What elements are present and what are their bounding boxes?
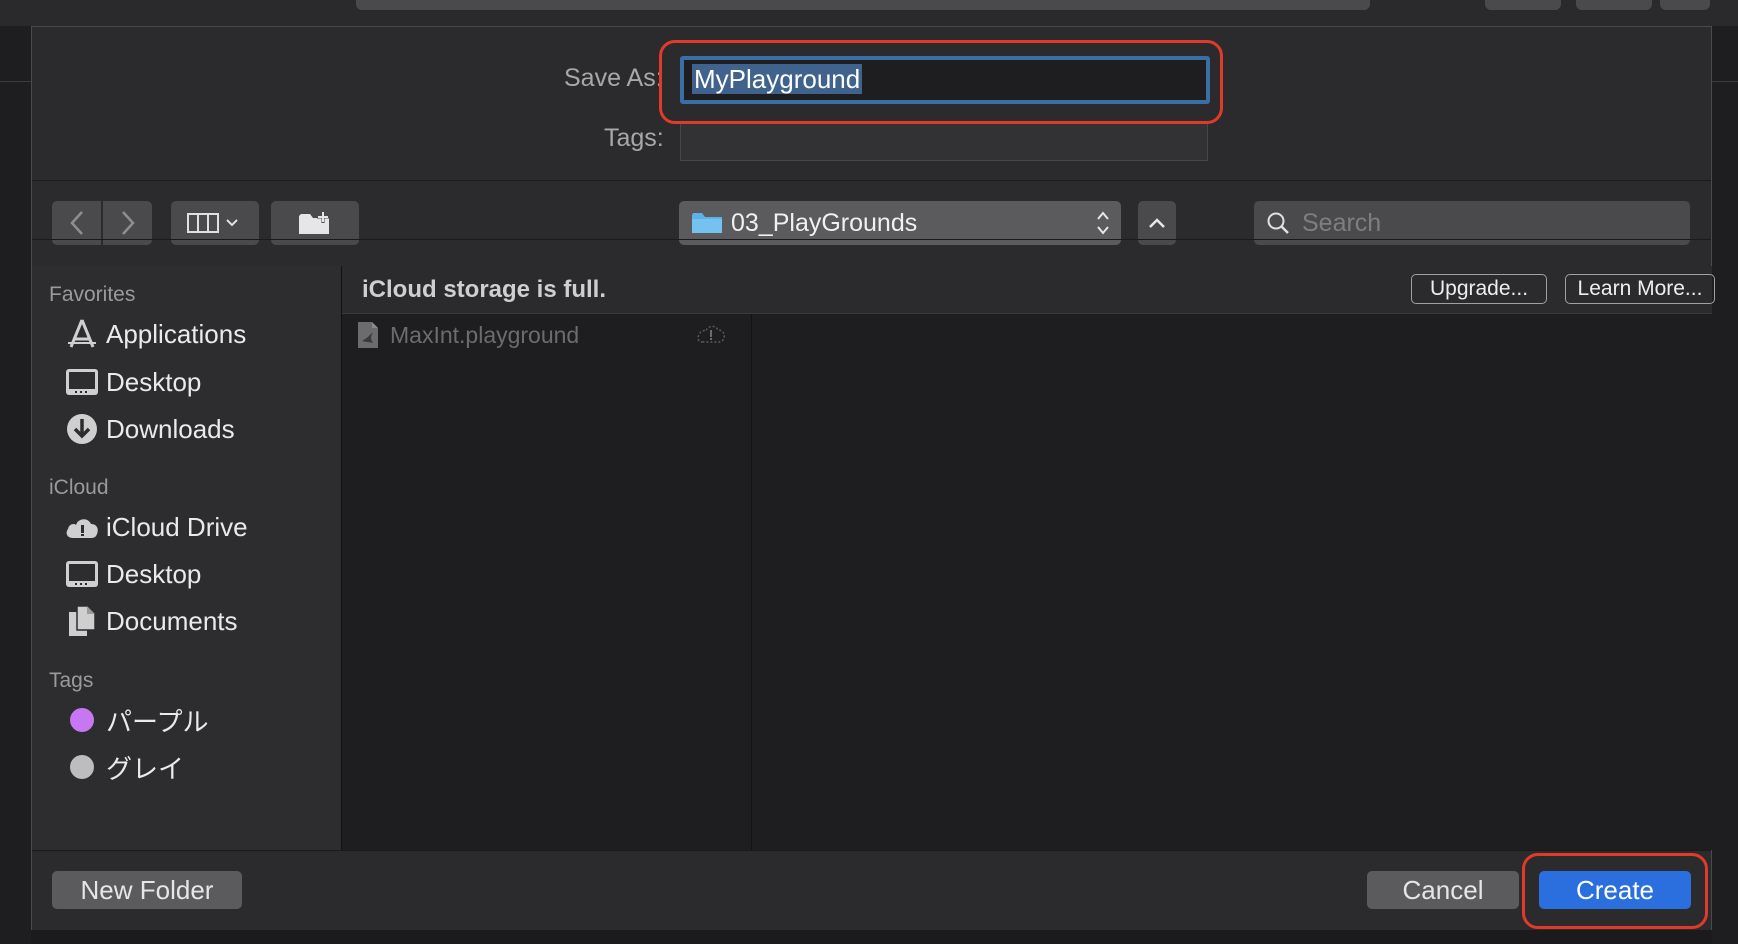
sidebar-item-desktop[interactable]: Desktop	[62, 362, 201, 402]
background-window-right	[1712, 26, 1738, 944]
save-as-label: Save As:	[564, 64, 663, 92]
up-down-arrows-icon	[1097, 211, 1109, 235]
window-top-bar	[0, 0, 1738, 26]
learn-more-button[interactable]: Learn More...	[1565, 274, 1715, 304]
sidebar-item-tag-purple[interactable]: パープル	[62, 700, 208, 740]
sidebar-item-downloads[interactable]: Downloads	[62, 409, 235, 449]
dialog-footer: New Folder Cancel Create	[32, 850, 1711, 930]
background-window-left	[0, 26, 31, 944]
search-icon	[1267, 212, 1289, 234]
cloud-warning-icon	[697, 325, 725, 343]
desktop-icon	[62, 362, 102, 402]
chevron-left-icon	[69, 211, 83, 235]
sidebar-item-label: Desktop	[106, 366, 202, 397]
tag-color-dot	[70, 708, 94, 732]
sidebar-section-favorites: Favorites	[49, 283, 136, 306]
divider	[32, 239, 1711, 240]
top-bar-button	[1576, 0, 1652, 10]
save-dialog: Save As: MyPlayground Tags: 03_PlayGroun…	[31, 26, 1715, 930]
sidebar-item-tag-gray[interactable]: グレイ	[62, 747, 184, 787]
icloud-banner: iCloud storage is full. Upgrade... Learn…	[342, 266, 1715, 314]
file-column: MaxInt.playground	[342, 314, 752, 850]
file-browser: iCloud storage is full. Upgrade... Learn…	[341, 266, 1715, 850]
sidebar-item-label: グレイ	[106, 753, 185, 784]
sidebar-item-label: Applications	[106, 318, 247, 349]
icloud-banner-message: iCloud storage is full.	[362, 276, 607, 303]
folder-icon	[692, 213, 722, 233]
sidebar-item-label: パープル	[106, 706, 209, 737]
tags-field[interactable]	[680, 123, 1208, 161]
top-bar-button	[1660, 0, 1710, 10]
new-folder-icon	[299, 211, 329, 234]
applications-icon	[62, 314, 102, 354]
documents-icon	[62, 601, 102, 641]
location-label: 03_PlayGrounds	[731, 208, 918, 237]
tag-dot-icon	[62, 747, 102, 787]
sidebar-section-icloud: iCloud	[49, 476, 109, 499]
save-as-field[interactable]: MyPlayground	[680, 56, 1210, 104]
tag-dot-icon	[62, 700, 102, 740]
sidebar-item-documents[interactable]: Documents	[62, 601, 238, 641]
sidebar-item-label: iCloud Drive	[106, 511, 248, 542]
columns-view-icon	[187, 213, 238, 233]
sidebar-item-icloud-drive[interactable]: iCloud Drive	[62, 507, 248, 547]
file-name: MaxInt.playground	[390, 321, 580, 348]
sidebar-section-tags: Tags	[49, 669, 94, 692]
cancel-button[interactable]: Cancel	[1367, 871, 1519, 909]
sidebar-item-applications[interactable]: Applications	[62, 314, 246, 354]
sidebar-item-label: Downloads	[106, 413, 235, 444]
sidebar: Favorites Applications Desktop Downloads…	[32, 266, 341, 850]
new-folder-button[interactable]: New Folder	[52, 871, 242, 909]
chevron-up-icon	[1149, 218, 1165, 228]
create-button[interactable]: Create	[1539, 871, 1691, 909]
file-item[interactable]: MaxInt.playground	[356, 318, 725, 352]
sidebar-item-label: Desktop	[106, 558, 202, 589]
top-bar-button	[1485, 0, 1561, 10]
top-bar-field	[356, 0, 1370, 10]
save-as-value[interactable]: MyPlayground	[692, 64, 863, 94]
chevron-right-icon	[121, 211, 135, 235]
desktop-icon	[62, 554, 102, 594]
tag-color-dot	[70, 755, 94, 779]
sidebar-item-icloud-desktop[interactable]: Desktop	[62, 554, 201, 594]
search-input[interactable]	[1300, 207, 1664, 239]
downloads-icon	[62, 409, 102, 449]
sidebar-item-label: Documents	[106, 605, 238, 636]
playground-file-icon	[358, 322, 378, 348]
divider	[32, 180, 1711, 181]
upgrade-button[interactable]: Upgrade...	[1411, 274, 1547, 304]
tags-label: Tags:	[604, 124, 664, 152]
icloud-icon	[62, 507, 102, 547]
